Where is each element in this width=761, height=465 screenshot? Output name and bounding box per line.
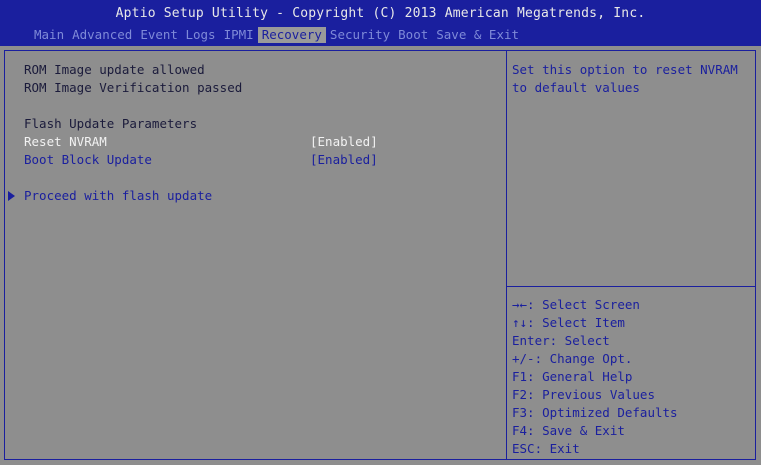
help-divider <box>507 286 756 287</box>
menu-bar: Main Advanced Event Logs IPMI Recovery S… <box>30 27 523 43</box>
title-bar: Aptio Setup Utility - Copyright (C) 2013… <box>0 0 761 46</box>
section-title: Flash Update Parameters <box>24 116 198 131</box>
key-select-screen: →←: Select Screen <box>512 297 640 312</box>
key-f4: F4: Save & Exit <box>512 423 625 438</box>
tab-security[interactable]: Security <box>326 27 394 43</box>
reset-nvram-value[interactable]: [Enabled] <box>310 134 378 149</box>
tab-event-logs[interactable]: Event Logs <box>136 27 219 43</box>
key-select-item: ↑↓: Select Item <box>512 315 625 330</box>
tab-boot[interactable]: Boot <box>394 27 432 43</box>
tab-advanced[interactable]: Advanced <box>68 27 136 43</box>
tab-main[interactable]: Main <box>30 27 68 43</box>
tab-ipmi[interactable]: IPMI <box>220 27 258 43</box>
key-change-opt: +/-: Change Opt. <box>512 351 633 366</box>
boot-block-update-value[interactable]: [Enabled] <box>310 152 378 167</box>
rom-update-status: ROM Image update allowed <box>24 62 205 77</box>
key-f3: F3: Optimized Defaults <box>512 405 678 420</box>
reset-nvram-label[interactable]: Reset NVRAM <box>24 134 107 149</box>
panel-divider <box>506 50 507 460</box>
proceed-flash-update-link[interactable]: Proceed with flash update <box>24 188 212 203</box>
help-text-line2: to default values <box>512 80 640 95</box>
key-f2: F2: Previous Values <box>512 387 655 402</box>
key-esc: ESC: Exit <box>512 441 580 456</box>
rom-verification-status: ROM Image Verification passed <box>24 80 243 95</box>
tab-recovery[interactable]: Recovery <box>257 27 326 43</box>
submenu-arrow-icon <box>8 191 15 201</box>
tab-save-exit[interactable]: Save & Exit <box>432 27 523 43</box>
key-f1: F1: General Help <box>512 369 633 384</box>
help-text-line1: Set this option to reset NVRAM <box>512 62 738 77</box>
boot-block-update-label[interactable]: Boot Block Update <box>24 152 152 167</box>
app-title: Aptio Setup Utility - Copyright (C) 2013… <box>115 6 646 21</box>
key-enter: Enter: Select <box>512 333 610 348</box>
